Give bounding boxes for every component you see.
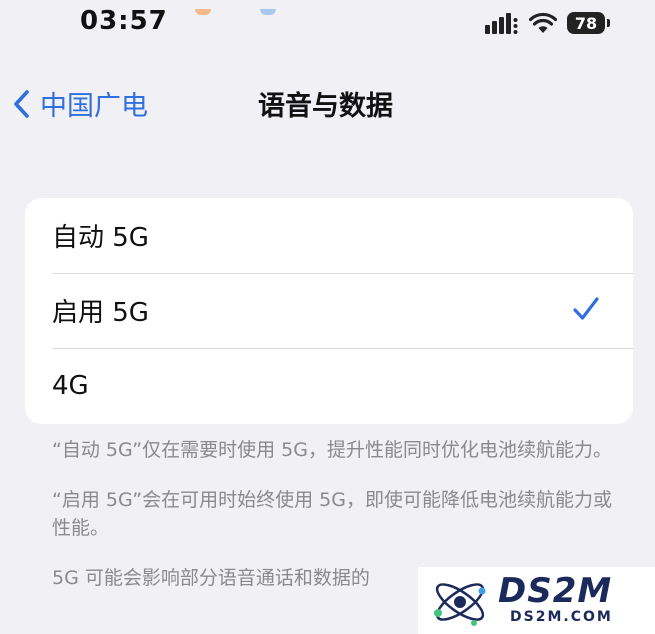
option-label: 4G	[52, 370, 89, 401]
atom-logo-icon	[434, 583, 486, 626]
checkmark-icon	[573, 297, 599, 320]
option-label: 自动 5G	[52, 223, 149, 253]
status-time: 03:57	[80, 6, 168, 36]
signal-icon	[485, 12, 519, 34]
indicator-dot	[195, 9, 211, 15]
camera-indicators	[195, 0, 320, 19]
note-auto-5g: “自动 5G”仅在需要时使用 5G，提升性能同时优化电池续航能力。	[52, 439, 612, 461]
network-mode-list: 自动 5G 启用 5G 4G	[25, 198, 633, 424]
option-label: 启用 5G	[52, 298, 149, 328]
watermark-title: DS2M	[498, 571, 613, 611]
option-enable-5g[interactable]: 启用 5G	[25, 273, 633, 348]
navigation-bar: 中国广电 语音与数据	[0, 80, 655, 126]
battery-icon: 78	[567, 12, 610, 34]
chevron-left-icon	[14, 89, 29, 118]
note-enable-5g: “启用 5G”会在可用时始终使用 5G，即使可能降低电池续航能力或性能。	[52, 489, 612, 539]
watermark: DS2M DS2M.COM	[418, 567, 655, 634]
watermark-subtitle: DS2M.COM	[510, 609, 613, 625]
back-label: 中国广电	[40, 91, 148, 122]
indicator-dot	[260, 9, 277, 15]
status-icons: 78	[485, 12, 610, 34]
option-4g[interactable]: 4G	[25, 348, 633, 423]
option-auto-5g[interactable]: 自动 5G	[25, 198, 633, 273]
page-title: 语音与数据	[258, 91, 393, 122]
status-bar: 03:57 78	[0, 0, 655, 50]
back-button[interactable]: 中国广电	[12, 84, 148, 123]
wifi-icon	[529, 12, 557, 34]
